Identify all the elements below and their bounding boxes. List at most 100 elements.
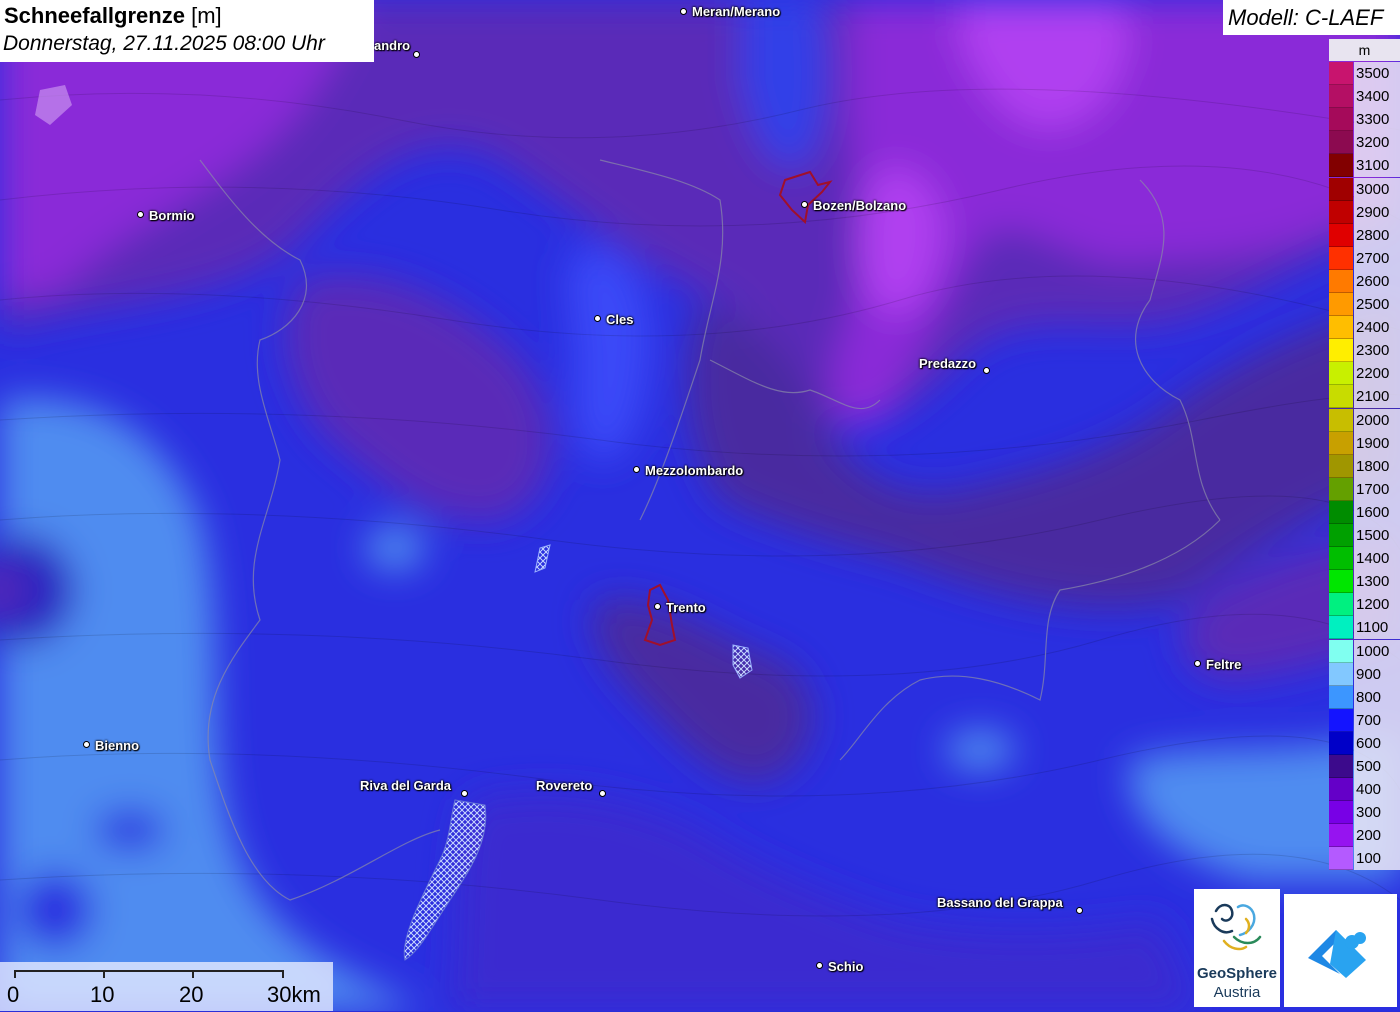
legend-swatch bbox=[1329, 593, 1353, 617]
legend-swatch bbox=[1329, 755, 1353, 778]
scale-tick bbox=[103, 970, 105, 978]
city-dot bbox=[654, 603, 661, 610]
city-label: andro bbox=[374, 38, 411, 53]
legend-row: 1700 bbox=[1329, 477, 1400, 501]
legend-swatch bbox=[1329, 639, 1353, 663]
app-logo[interactable] bbox=[1284, 894, 1397, 1007]
legend-row: 2000 bbox=[1329, 408, 1400, 432]
legend-row: 1400 bbox=[1329, 547, 1400, 571]
legend-row: 3500 bbox=[1329, 62, 1400, 85]
legend-label: 3300 bbox=[1354, 108, 1400, 132]
city-dot bbox=[83, 741, 90, 748]
legend-label: 2600 bbox=[1354, 269, 1400, 293]
legend-label: 500 bbox=[1354, 755, 1400, 778]
legend-swatch bbox=[1329, 570, 1353, 594]
legend-row: 900 bbox=[1329, 662, 1400, 686]
legend-swatch bbox=[1329, 293, 1353, 316]
legend-row: 400 bbox=[1329, 778, 1400, 802]
city-dot bbox=[1194, 660, 1201, 667]
legend-label: 3100 bbox=[1354, 154, 1400, 178]
legend-swatch bbox=[1329, 662, 1353, 686]
city-dot bbox=[816, 962, 823, 969]
legend-row: 3000 bbox=[1329, 177, 1400, 201]
legend-label: 2900 bbox=[1354, 200, 1400, 224]
geosphere-country: Austria bbox=[1213, 984, 1261, 1001]
city-dot bbox=[633, 466, 640, 473]
legend-swatch bbox=[1329, 362, 1353, 386]
legend-row: 2200 bbox=[1329, 362, 1400, 386]
model-label: Modell: C-LAEF bbox=[1228, 5, 1384, 30]
geosphere-logo[interactable]: GeoSphere Austria bbox=[1194, 889, 1280, 1007]
city-label: Cles bbox=[606, 312, 634, 327]
legend-label: 800 bbox=[1354, 685, 1400, 709]
cloud-mountain-icon bbox=[1308, 930, 1366, 978]
city-label: Bienno bbox=[95, 738, 140, 753]
city-label: Bassano del Grappa bbox=[937, 895, 1063, 910]
legend-label: 1300 bbox=[1354, 570, 1400, 594]
legend-label: 1500 bbox=[1354, 524, 1400, 547]
map-canvas[interactable] bbox=[0, 0, 1400, 1011]
legend-swatch bbox=[1329, 200, 1353, 224]
legend-row: 1200 bbox=[1329, 593, 1400, 617]
legend-row: 1900 bbox=[1329, 431, 1400, 455]
legend-row: 2900 bbox=[1329, 200, 1400, 224]
geosphere-name: GeoSphere bbox=[1196, 965, 1278, 982]
city-label: Trento bbox=[666, 600, 706, 615]
legend-label: 1900 bbox=[1354, 431, 1400, 455]
city-dot bbox=[413, 51, 420, 58]
legend-row: 1600 bbox=[1329, 500, 1400, 524]
city-dot bbox=[594, 315, 601, 322]
legend-row: 100 bbox=[1329, 847, 1400, 871]
legend-swatch bbox=[1329, 131, 1353, 155]
legend-swatch bbox=[1329, 824, 1353, 848]
city-dot bbox=[983, 367, 990, 374]
legend-label: 900 bbox=[1354, 662, 1400, 686]
legend-row: 1300 bbox=[1329, 570, 1400, 594]
scale-tick bbox=[282, 970, 284, 978]
legend-label: 1200 bbox=[1354, 593, 1400, 617]
city-dot bbox=[599, 790, 606, 797]
legend-row: 2100 bbox=[1329, 385, 1400, 409]
city-dot bbox=[801, 201, 808, 208]
city-label: Feltre bbox=[1206, 657, 1242, 672]
legend-swatch bbox=[1329, 269, 1353, 293]
legend-swatch bbox=[1329, 408, 1353, 432]
legend-label: 300 bbox=[1354, 801, 1400, 825]
title-text: Schneefallgrenze bbox=[4, 3, 185, 28]
legend-swatch bbox=[1329, 500, 1353, 524]
legend-row: 200 bbox=[1329, 824, 1400, 848]
legend-label: 2200 bbox=[1354, 362, 1400, 386]
legend-row: 2800 bbox=[1329, 223, 1400, 247]
city-label: Predazzo bbox=[919, 356, 977, 371]
city-label: Mezzolombardo bbox=[645, 463, 744, 478]
legend-row: 800 bbox=[1329, 685, 1400, 709]
forecast-datetime: Donnerstag, 27.11.2025 08:00 Uhr bbox=[3, 32, 325, 55]
city-dot bbox=[137, 211, 144, 218]
legend-swatch bbox=[1329, 177, 1353, 201]
legend-label: 2500 bbox=[1354, 293, 1400, 316]
legend-swatch bbox=[1329, 708, 1353, 732]
legend-swatch bbox=[1329, 731, 1353, 755]
legend-label: 600 bbox=[1354, 731, 1400, 755]
legend-row: 3100 bbox=[1329, 154, 1400, 178]
legend-swatch bbox=[1329, 316, 1353, 340]
legend-row: 2400 bbox=[1329, 316, 1400, 340]
city-dot bbox=[1076, 907, 1083, 914]
legend-label: 1400 bbox=[1354, 547, 1400, 571]
legend-row: 500 bbox=[1329, 755, 1400, 778]
legend-swatch bbox=[1329, 454, 1353, 478]
legend-row: 1100 bbox=[1329, 616, 1400, 640]
legend-row: 2700 bbox=[1329, 246, 1400, 270]
legend-swatch bbox=[1329, 223, 1353, 247]
legend-label: 400 bbox=[1354, 778, 1400, 802]
title-panel: Schneefallgrenze [m] Donnerstag, 27.11.2… bbox=[0, 0, 374, 62]
legend-swatch bbox=[1329, 477, 1353, 501]
title-unit: [m] bbox=[191, 3, 222, 28]
legend-swatch bbox=[1329, 685, 1353, 709]
legend-swatch bbox=[1329, 246, 1353, 270]
legend-label: 1000 bbox=[1354, 639, 1400, 663]
legend-swatch bbox=[1329, 431, 1353, 455]
legend-row: 2300 bbox=[1329, 339, 1400, 363]
city-dot bbox=[461, 790, 468, 797]
legend-row: 2600 bbox=[1329, 269, 1400, 293]
